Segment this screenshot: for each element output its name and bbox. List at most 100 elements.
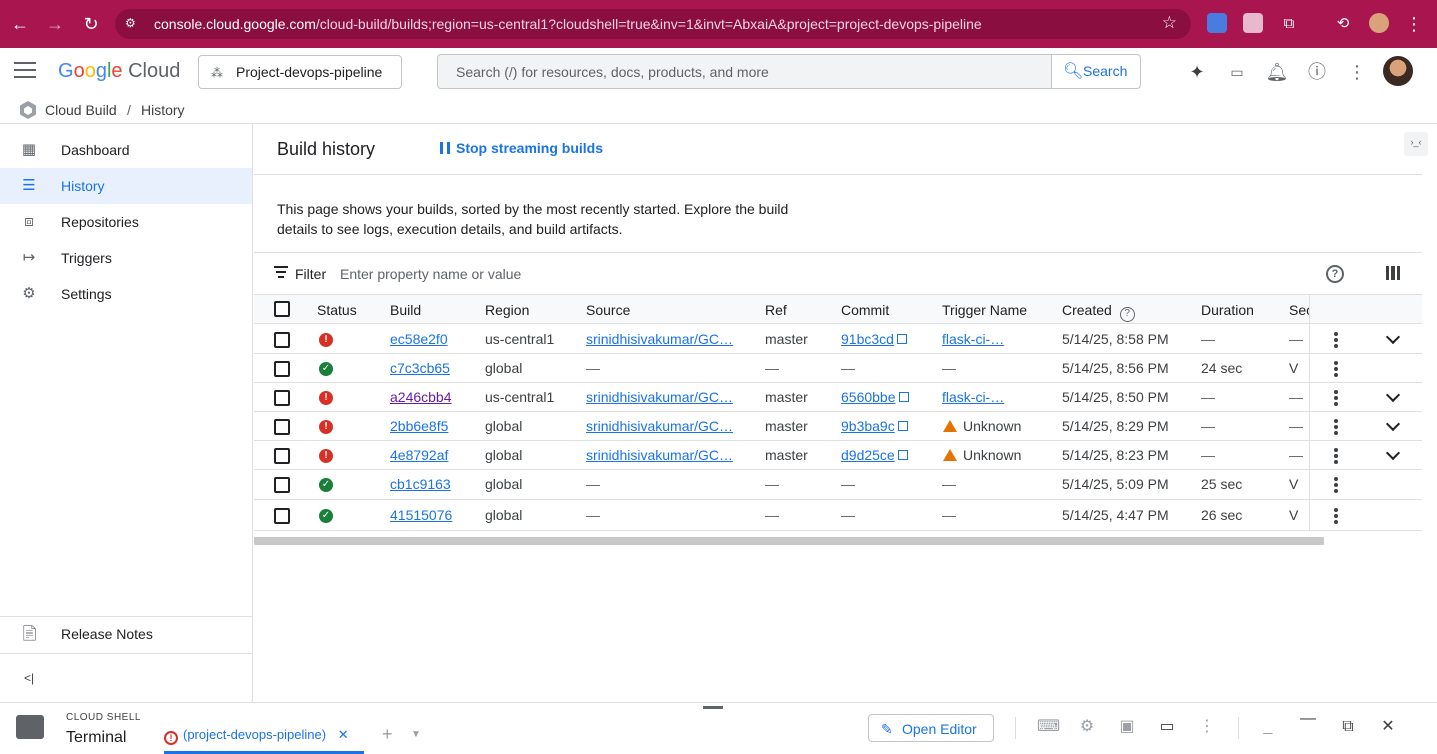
notifications-bell-icon[interactable]: 🔔︎ — [1265, 60, 1289, 84]
row-checkbox[interactable] — [274, 448, 290, 464]
stop-streaming-button[interactable]: Stop streaming builds — [440, 140, 603, 156]
sidebar-item-release-notes[interactable]: 📄︎ Release Notes — [0, 616, 252, 652]
source-cell[interactable]: srinidhisivakumar/GC… — [586, 389, 733, 405]
trigger-link[interactable]: flask-ci-… — [942, 331, 1004, 347]
table-row[interactable]: ! 2bb6e8f5 global srinidhisivakumar/GC… mast… — [254, 412, 1422, 441]
browser-menu-icon[interactable]: ⋮ — [1402, 12, 1426, 36]
collapse-sidebar-button[interactable]: <| — [0, 660, 252, 696]
project-picker-button[interactable]: ⁂ Project-devops-pipeline — [198, 55, 402, 89]
terminal-tab[interactable]: ! (project-devops-pipeline) ✕ — [164, 727, 349, 745]
toolbar-divider — [1238, 717, 1239, 739]
search-input[interactable]: Search (/) for resources, docs, products… — [437, 54, 1141, 89]
table-row[interactable]: ! 4e8792af global srinidhisivakumar/GC… mast… — [254, 441, 1422, 470]
column-display-icon[interactable] — [1386, 266, 1400, 280]
address-bar[interactable]: ⚙ console.cloud.google.com/cloud-build/b… — [115, 9, 1191, 39]
search-button[interactable]: 🔍︎ Search — [1051, 55, 1140, 88]
main-menu-icon[interactable] — [14, 62, 36, 80]
more-options-icon[interactable]: ⋮ — [1197, 717, 1217, 737]
layout-icon[interactable]: ▭ — [1157, 717, 1177, 737]
column-header-ref[interactable]: Ref — [765, 302, 787, 318]
more-options-icon[interactable]: ⋮ — [1345, 60, 1369, 84]
row-checkbox[interactable] — [274, 419, 290, 435]
sidebar-item-repositories[interactable]: ⧈ Repositories — [0, 204, 252, 240]
help-icon[interactable]: ? — [1119, 307, 1135, 322]
account-avatar[interactable] — [1383, 56, 1413, 86]
row-checkbox[interactable] — [274, 332, 290, 348]
tab-dropdown-icon[interactable]: ▼ — [411, 729, 421, 740]
sidebar-item-dashboard[interactable]: ▦ Dashboard — [0, 132, 252, 168]
build-id-link[interactable]: 41515076 — [390, 507, 452, 523]
source-cell[interactable]: srinidhisivakumar/GC… — [586, 418, 733, 434]
trigger-link[interactable]: flask-ci-… — [942, 389, 1004, 405]
filter-input[interactable]: Enter property name or value — [340, 266, 521, 282]
commit-link[interactable]: 9b3ba9c — [841, 418, 895, 434]
source-cell[interactable]: srinidhisivakumar/GC… — [586, 447, 733, 463]
table-row[interactable]: ! a246cbb4 us-central1 srinidhisivakumar/GC… — [254, 383, 1422, 412]
puzzle-extensions-icon[interactable]: ⧉ — [1277, 12, 1301, 36]
column-header-region[interactable]: Region — [485, 302, 529, 318]
extension-icon[interactable] — [1243, 13, 1263, 33]
column-header-source[interactable]: Source — [586, 302, 630, 318]
source-cell[interactable]: srinidhisivakumar/GC… — [586, 331, 733, 347]
commit-cell[interactable]: 91bc3cd — [841, 331, 907, 347]
web-preview-icon[interactable]: ▣ — [1117, 717, 1137, 737]
build-id-link[interactable]: a246cbb4 — [390, 389, 452, 405]
sidebar-item-triggers[interactable]: ↦ Triggers — [0, 240, 252, 276]
commit-link[interactable]: d9d25ce — [841, 447, 895, 463]
breadcrumb-service[interactable]: Cloud Build — [45, 102, 117, 118]
site-info-icon[interactable]: ⚙ — [125, 16, 141, 32]
build-id-link[interactable]: cb1c9163 — [390, 476, 451, 492]
cloud-shell-icon[interactable]: ▭ — [1225, 60, 1249, 84]
open-new-window-icon[interactable]: ⧉ — [1338, 717, 1358, 737]
commit-cell[interactable]: d9d25ce — [841, 447, 908, 463]
column-header-build[interactable]: Build — [390, 302, 421, 318]
table-row[interactable]: ✓ cb1c9163 global — — — — 5/14/25, 5:09 PM 25 se… — [254, 470, 1422, 500]
build-id-link[interactable]: 4e8792af — [390, 447, 448, 463]
column-header-status[interactable]: Status — [317, 302, 357, 318]
commit-cell[interactable]: 6560bbe — [841, 389, 909, 405]
row-checkbox[interactable] — [274, 361, 290, 377]
gemini-sparkle-icon[interactable]: ✦ — [1185, 60, 1209, 84]
sync-icon[interactable]: ⟲ — [1331, 12, 1355, 36]
gear-icon[interactable]: ⚙ — [1077, 717, 1097, 737]
column-header-duration[interactable]: Duration — [1201, 302, 1254, 318]
google-cloud-logo[interactable]: Google Cloud — [58, 60, 180, 83]
sidebar-item-history[interactable]: ☰ History — [0, 168, 252, 204]
side-panel-toggle-icon[interactable]: ›_‹ — [1404, 132, 1428, 156]
translate-extension-icon[interactable] — [1207, 13, 1227, 33]
back-icon[interactable]: ← — [8, 12, 32, 36]
column-header-created[interactable]: Created ? — [1062, 302, 1135, 322]
bookmark-star-icon[interactable]: ☆ — [1162, 13, 1177, 33]
profile-avatar[interactable] — [1369, 13, 1389, 33]
help-icon[interactable]: ⓘ — [1305, 60, 1329, 84]
commit-link[interactable]: 6560bbe — [841, 389, 896, 405]
build-id-link[interactable]: ec58e2f0 — [390, 331, 448, 347]
resize-handle[interactable] — [703, 706, 723, 709]
table-row[interactable]: ✓ c7c3cb65 global — — — — 5/14/25, 8:56 PM 24 se… — [254, 354, 1422, 383]
row-checkbox[interactable] — [274, 477, 290, 493]
open-editor-button[interactable]: ✎ Open Editor — [868, 714, 994, 742]
select-all-checkbox[interactable] — [274, 301, 290, 317]
sidebar-item-settings[interactable]: ⚙ Settings — [0, 276, 252, 312]
column-header-trigger-name[interactable]: Trigger Name — [942, 302, 1027, 318]
table-row[interactable]: ✓ 41515076 global — — — — 5/14/25, 4:47 PM 26 se… — [254, 500, 1422, 531]
table-row[interactable]: ! ec58e2f0 us-central1 srinidhisivakumar/GC… — [254, 325, 1422, 354]
row-checkbox[interactable] — [274, 390, 290, 406]
build-id-link[interactable]: 2bb6e8f5 — [390, 418, 448, 434]
column-header-commit[interactable]: Commit — [841, 302, 889, 318]
commit-cell[interactable]: 9b3ba9c — [841, 418, 908, 434]
build-id-link[interactable]: c7c3cb65 — [390, 360, 450, 376]
column-header-sec[interactable]: Sec — [1289, 302, 1309, 318]
restore-icon[interactable]: — — [1298, 709, 1318, 729]
close-tab-icon[interactable]: ✕ — [338, 727, 349, 742]
minimize-icon[interactable]: _ — [1258, 717, 1278, 737]
close-icon[interactable]: ✕ — [1378, 717, 1398, 737]
commit-link[interactable]: 91bc3cd — [841, 331, 894, 347]
reload-icon[interactable]: ↻ — [79, 12, 103, 36]
help-icon[interactable]: ? — [1326, 265, 1344, 283]
horizontal-scrollbar[interactable] — [254, 537, 1324, 545]
keyboard-icon[interactable]: ⌨ — [1037, 717, 1060, 737]
forward-icon[interactable]: → — [43, 12, 67, 36]
add-tab-icon[interactable]: + — [382, 724, 393, 745]
row-checkbox[interactable] — [274, 508, 290, 524]
